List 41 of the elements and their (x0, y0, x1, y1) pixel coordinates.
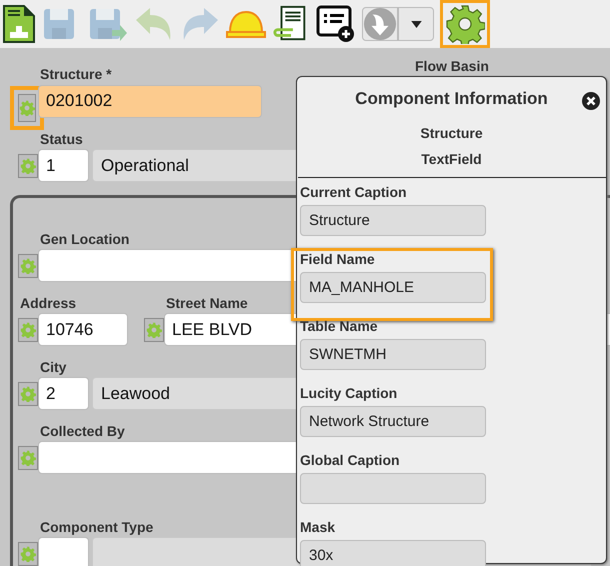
gear-icon (20, 258, 36, 274)
field-label: Street Name (166, 295, 248, 311)
field-label: Flow Basin (415, 58, 489, 74)
field-label: Collected By (40, 423, 125, 439)
property-field: 30x (300, 540, 486, 566)
text-field[interactable]: 10746 (38, 313, 128, 346)
property-label: Current Caption (300, 184, 408, 200)
popup-subtitle: Structure (419, 125, 484, 141)
code-field[interactable] (38, 537, 89, 566)
field-label: Structure * (40, 66, 112, 82)
field-label: Component Type (40, 519, 154, 535)
property-field: MA_MANHOLE (300, 272, 486, 303)
field-label: Address (20, 295, 76, 311)
code-field[interactable]: 2 (38, 377, 89, 410)
settings-button[interactable] (440, 0, 490, 48)
gear-icon (20, 386, 36, 402)
popup-title: Component Information (354, 89, 549, 109)
gear-icon (19, 100, 35, 116)
field-label: Gen Location (40, 231, 130, 247)
property-label: Table Name (300, 318, 379, 334)
popup-subtitle: TextField (420, 151, 483, 167)
caret-icon (410, 20, 422, 28)
gear-icon (20, 450, 36, 466)
code-field[interactable]: 1 (38, 149, 89, 182)
property-field: Network Structure (300, 406, 486, 437)
property-field: SWNETMH (300, 339, 486, 370)
property-label: Field Name (300, 251, 376, 267)
new-document-button[interactable] (2, 2, 36, 46)
text-field[interactable]: 0201002 (38, 84, 262, 118)
gear-icon (146, 322, 162, 338)
gear-icon (20, 322, 36, 338)
property-label: Global Caption (300, 452, 401, 468)
gear-icon (20, 546, 36, 562)
field-label: City (40, 359, 66, 375)
field-label: Status (40, 131, 83, 147)
property-label: Lucity Caption (300, 385, 398, 401)
gear-icon (20, 158, 36, 174)
property-field: Structure (300, 205, 486, 236)
dropdown-button[interactable] (398, 7, 434, 41)
close-icon[interactable] (582, 92, 600, 110)
property-label: Mask (300, 519, 336, 535)
